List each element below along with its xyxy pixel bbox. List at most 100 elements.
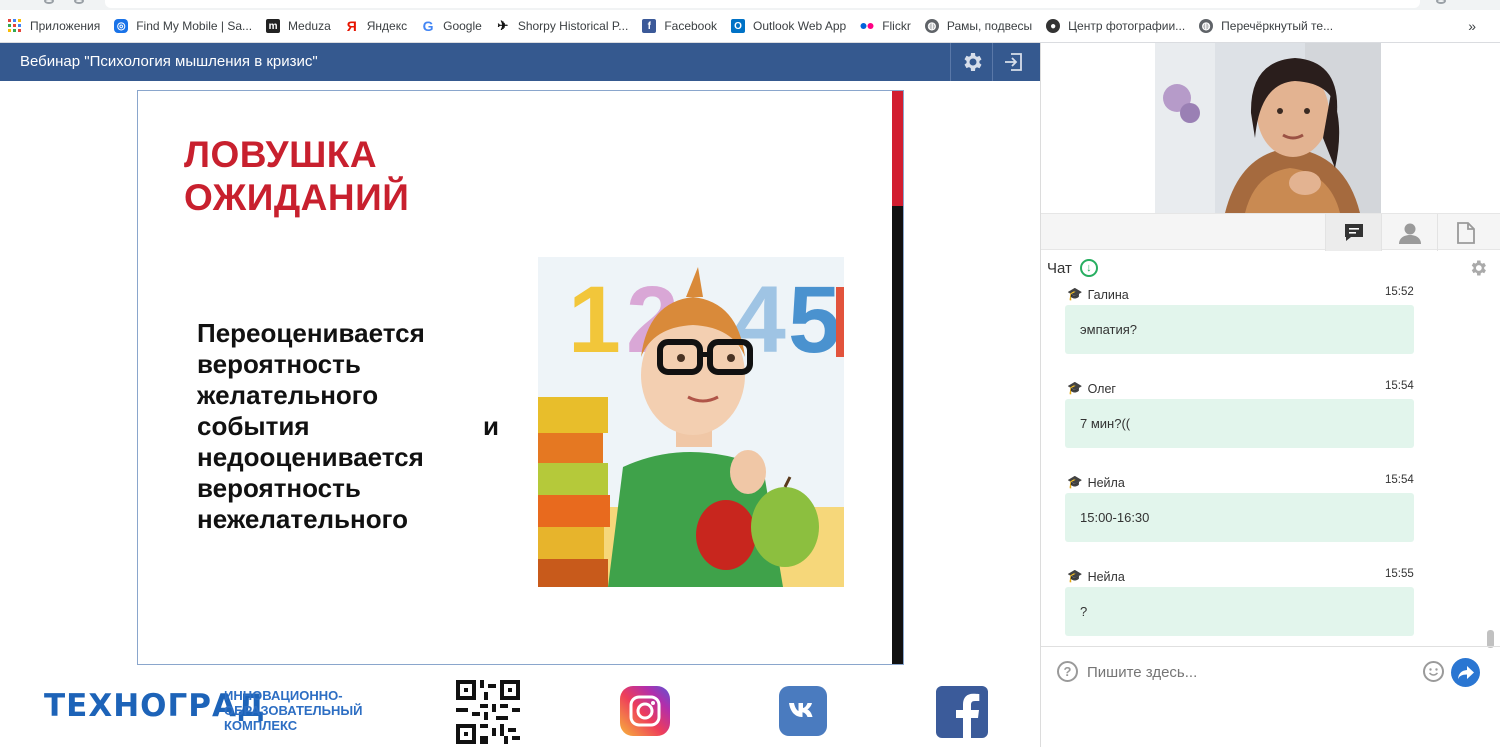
- brand-subtitle-line: ИННОВАЦИОННО-: [224, 688, 343, 703]
- facebook-icon: f: [642, 19, 657, 33]
- bookmark-label: Facebook: [664, 19, 718, 33]
- message-author: 🎓 Нейла: [1067, 475, 1125, 490]
- panel-tabs: [1041, 213, 1500, 251]
- document-icon: [1456, 221, 1475, 244]
- slide-body-line: вероятность: [197, 473, 361, 503]
- bookmark-label: Яндекс: [366, 19, 408, 33]
- slide-conjunction: и: [483, 411, 499, 441]
- user-icon: [1398, 223, 1421, 244]
- slide-body-line: нежелательного: [197, 504, 408, 534]
- message-bubble: эмпатия?: [1065, 305, 1414, 354]
- bookmark-label: Приложения: [30, 19, 101, 33]
- chat-message: 🎓 Олег 15:54 7 мин?((: [1041, 377, 1491, 471]
- bookmark-outlook[interactable]: O Outlook Web App: [723, 10, 852, 43]
- shorpy-icon: ✈: [497, 18, 509, 33]
- bookmark-apps[interactable]: Приложения: [0, 10, 106, 43]
- slide-footer: ТЕХНОГРАД ИННОВАЦИОННО- ОБРАЗОВАТЕЛЬНЫЙ …: [0, 672, 1040, 747]
- author-name: Нейла: [1087, 569, 1125, 584]
- back-button-edge[interactable]: [44, 0, 54, 4]
- svg-text:1: 1: [568, 267, 621, 373]
- find-my-mobile-icon: ◎: [114, 19, 129, 33]
- globe-icon: ◍: [1199, 19, 1214, 33]
- bookmark-flickr[interactable]: Flickr: [852, 10, 917, 43]
- bookmark-photo-center[interactable]: ● Центр фотографии...: [1038, 10, 1191, 43]
- bookmarks-overflow-button[interactable]: »: [1468, 10, 1476, 43]
- emoji-icon[interactable]: [1423, 661, 1444, 682]
- slide-accent-bar: [892, 91, 903, 206]
- bookmark-label: Flickr: [882, 19, 911, 33]
- outlook-icon: O: [731, 19, 746, 33]
- author-name: Галина: [1087, 287, 1129, 302]
- chat-message: 🎓 Галина 15:52 эмпатия?: [1041, 283, 1491, 377]
- bookmark-shorpy[interactable]: ✈ Shorpy Historical P...: [488, 10, 635, 43]
- message-bubble: ?: [1065, 587, 1414, 636]
- bookmark-strikethrough[interactable]: ◍ Перечёркнутый те...: [1191, 10, 1339, 43]
- chat-messages[interactable]: 🎓 Галина 15:52 эмпатия? 🎓 Олег 15:54 7 мин…: [1041, 283, 1491, 643]
- globe-icon: ◍: [924, 19, 939, 33]
- send-arrow-icon: [1457, 665, 1474, 679]
- message-author: 🎓 Нейла: [1067, 569, 1125, 584]
- slide-body-line: Переоценивается: [197, 318, 425, 348]
- bookmark-label: Find My Mobile | Sa...: [136, 19, 253, 33]
- chat-settings-button[interactable]: [1468, 258, 1488, 283]
- graduation-cap-icon: 🎓: [1067, 381, 1083, 395]
- chat-header: Чат ↓: [1047, 259, 1098, 277]
- presentation-slide: ЛОВУШКА ОЖИДАНИЙ Переоценивается вероятн…: [137, 90, 904, 665]
- bookmark-label: Meduza: [288, 19, 331, 33]
- bookmark-find-my-mobile[interactable]: ◎ Find My Mobile | Sa...: [106, 10, 258, 43]
- settings-button[interactable]: [950, 43, 992, 81]
- download-icon[interactable]: ↓: [1079, 259, 1098, 277]
- slide-title: ЛОВУШКА ОЖИДАНИЙ: [184, 133, 409, 219]
- chat-title: Чат: [1047, 259, 1072, 277]
- address-bar-edge[interactable]: [105, 0, 1420, 8]
- slide-side-bar: [892, 206, 903, 664]
- gear-icon: [1471, 260, 1486, 276]
- message-author: 🎓 Галина: [1067, 287, 1129, 302]
- bookmark-meduza[interactable]: m Meduza: [258, 10, 337, 43]
- slide-body-line: вероятность: [197, 349, 361, 379]
- bookmark-google[interactable]: G Google: [413, 10, 488, 43]
- tab-chat[interactable]: [1325, 214, 1381, 251]
- bookmark-label: Google: [443, 19, 482, 33]
- bookmark-frames[interactable]: ◍ Рамы, подвесы: [917, 10, 1038, 43]
- message-time: 15:54: [1385, 380, 1414, 392]
- svg-text:5: 5: [788, 267, 841, 373]
- slide-body-line: недооценивается: [197, 442, 424, 472]
- facebook-icon[interactable]: [936, 686, 988, 738]
- exit-button[interactable]: [992, 43, 1034, 81]
- reload-button-edge[interactable]: [74, 0, 84, 4]
- brand-subtitle-line: КОМПЛЕКС: [224, 718, 298, 733]
- google-icon: G: [422, 18, 434, 34]
- author-name: Нейла: [1087, 475, 1125, 490]
- qr-code[interactable]: [456, 680, 520, 744]
- slide-body-line: события: [197, 411, 310, 441]
- message-time: 15:52: [1385, 286, 1414, 298]
- send-button[interactable]: [1451, 658, 1480, 687]
- bookmark-label: Рамы, подвесы: [946, 19, 1033, 33]
- webinar-header: Вебинар "Психология мышления в кризис": [0, 43, 1040, 81]
- message-time: 15:54: [1385, 474, 1414, 486]
- help-icon[interactable]: ?: [1057, 661, 1078, 682]
- presenter-video[interactable]: [1155, 43, 1381, 213]
- graduation-cap-icon: 🎓: [1067, 475, 1083, 489]
- chat-input[interactable]: [1087, 657, 1407, 687]
- flickr-icon: [860, 19, 874, 33]
- brand-subtitle: ИННОВАЦИОННО- ОБРАЗОВАТЕЛЬНЫЙ КОМПЛЕКС: [224, 688, 362, 733]
- slide-title-line: ОЖИДАНИЙ: [184, 177, 410, 218]
- tab-files[interactable]: [1437, 214, 1493, 251]
- tab-participants[interactable]: [1381, 214, 1437, 251]
- brand-subtitle-line: ОБРАЗОВАТЕЛЬНЫЙ: [224, 703, 363, 718]
- instagram-icon[interactable]: [620, 686, 670, 736]
- bookmark-facebook[interactable]: f Facebook: [634, 10, 723, 43]
- bookmark-yandex[interactable]: Я Яндекс: [337, 10, 413, 43]
- presentation-stage: ЛОВУШКА ОЖИДАНИЙ Переоценивается вероятн…: [0, 81, 1040, 747]
- vk-icon[interactable]: [779, 686, 827, 736]
- bookmark-label: Shorpy Historical P...: [517, 19, 629, 33]
- account-button-edge[interactable]: [1436, 0, 1446, 4]
- apps-grid-icon: [8, 19, 22, 33]
- graduation-cap-icon: 🎓: [1067, 287, 1083, 301]
- chat-message: 🎓 Нейла 15:55 ?: [1041, 565, 1491, 643]
- graduation-cap-icon: 🎓: [1067, 569, 1083, 583]
- webinar-title: Вебинар "Психология мышления в кризис": [20, 53, 318, 70]
- message-author: 🎓 Олег: [1067, 381, 1116, 396]
